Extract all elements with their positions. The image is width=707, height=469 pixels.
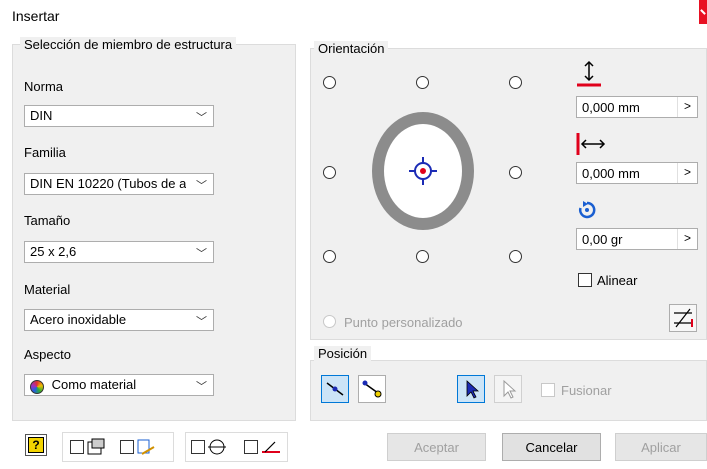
chevron-down-icon: ﹀: [196, 248, 207, 260]
norma-value: DIN: [30, 108, 53, 123]
toggle-centerline-checkbox[interactable]: [191, 440, 205, 454]
norma-label: Norma: [24, 79, 64, 94]
familia-select[interactable]: DIN EN 10220 (Tubos de a ﹀: [24, 173, 214, 195]
display-settings-icon: [87, 438, 105, 455]
cursor-arrow-icon: [503, 379, 517, 399]
rotate-icon: [578, 201, 596, 219]
chevron-down-icon: ﹀: [196, 112, 207, 124]
vertical-offset-input[interactable]: 0,000 mm >: [576, 96, 698, 118]
aspecto-label: Aspecto: [24, 347, 71, 362]
flip-orientation-button[interactable]: [669, 304, 697, 332]
chevron-down-icon: ﹀: [196, 381, 207, 393]
merge-checkbox[interactable]: [541, 383, 555, 397]
anchor-radio-top-center[interactable]: [416, 76, 429, 89]
familia-value: DIN EN 10220 (Tubos de a: [30, 176, 187, 191]
appearance-swatch-icon: [30, 380, 44, 394]
spin-arrow-icon[interactable]: >: [677, 97, 697, 117]
horizontal-offset-icon: [576, 133, 606, 155]
spin-arrow-icon[interactable]: >: [677, 163, 697, 183]
line-endpoint-icon: [362, 380, 382, 398]
custom-point-radio[interactable]: [323, 315, 336, 328]
end-treatment-icon: [262, 441, 280, 453]
chevron-down-icon: ﹀: [196, 180, 207, 192]
apply-button[interactable]: Aplicar: [615, 433, 707, 461]
help-icon: ?: [28, 437, 44, 453]
align-checkbox[interactable]: [578, 273, 592, 287]
center-target-icon[interactable]: [407, 155, 439, 187]
position-line-button[interactable]: [321, 375, 349, 403]
toggle-endtreatment-checkbox[interactable]: [244, 440, 258, 454]
material-label: Material: [24, 282, 71, 297]
horizontal-offset-input[interactable]: 0,000 mm >: [576, 162, 698, 184]
cancel-button[interactable]: Cancelar: [502, 433, 601, 461]
position-endpoint-button[interactable]: [358, 375, 386, 403]
anchor-radio-middle-right[interactable]: [509, 166, 522, 179]
vertical-offset-value: 0,000 mm: [582, 100, 640, 115]
toggle-display-checkbox[interactable]: [70, 440, 84, 454]
align-label: Alinear: [597, 273, 638, 288]
orientation-panel: [310, 48, 707, 340]
sketch-tool-icon: [137, 439, 155, 455]
anchor-radio-middle-left[interactable]: [323, 166, 336, 179]
horizontal-offset-value: 0,000 mm: [582, 166, 640, 181]
anchor-radio-top-left[interactable]: [323, 76, 336, 89]
line-point-icon: [326, 382, 344, 396]
tamano-label: Tamaño: [24, 213, 71, 228]
close-icon[interactable]: [699, 0, 707, 24]
position-group-title: Posición: [314, 346, 372, 361]
select-disabled-button[interactable]: [494, 375, 522, 403]
rotation-value: 0,00 gr: [582, 232, 623, 247]
anchor-radio-bottom-left[interactable]: [323, 250, 336, 263]
anchor-radio-bottom-center[interactable]: [416, 250, 429, 263]
cursor-arrow-icon: [466, 380, 480, 399]
spin-arrow-icon[interactable]: >: [677, 229, 697, 249]
rotation-input[interactable]: 0,00 gr >: [576, 228, 698, 250]
tamano-value: 25 x 2,6: [30, 244, 77, 259]
material-select[interactable]: Acero inoxidable ﹀: [24, 309, 214, 331]
orientation-group-title: Orientación: [314, 41, 389, 56]
chevron-down-icon: ﹀: [196, 316, 207, 328]
selection-panel: [12, 44, 296, 421]
flip-icon: [674, 308, 693, 328]
merge-label: Fusionar: [561, 383, 612, 398]
selection-group-title: Selección de miembro de estructura: [20, 37, 237, 52]
custom-point-label: Punto personalizado: [344, 315, 463, 330]
vertical-offset-icon: [577, 60, 601, 87]
accept-button[interactable]: Aceptar: [387, 433, 486, 461]
window-title: Insertar: [12, 8, 60, 24]
help-button[interactable]: ?: [25, 434, 47, 456]
select-button[interactable]: [457, 375, 485, 403]
centerline-icon: [208, 439, 226, 455]
aspecto-value: Como material: [51, 377, 137, 392]
anchor-radio-top-right[interactable]: [509, 76, 522, 89]
familia-label: Familia: [24, 145, 66, 160]
material-value: Acero inoxidable: [30, 312, 127, 327]
tamano-select[interactable]: 25 x 2,6 ﹀: [24, 241, 214, 263]
aspecto-select[interactable]: Como material ﹀: [24, 374, 214, 396]
norma-select[interactable]: DIN ﹀: [24, 105, 214, 127]
toggle-sketch-checkbox[interactable]: [120, 440, 134, 454]
anchor-radio-bottom-right[interactable]: [509, 250, 522, 263]
